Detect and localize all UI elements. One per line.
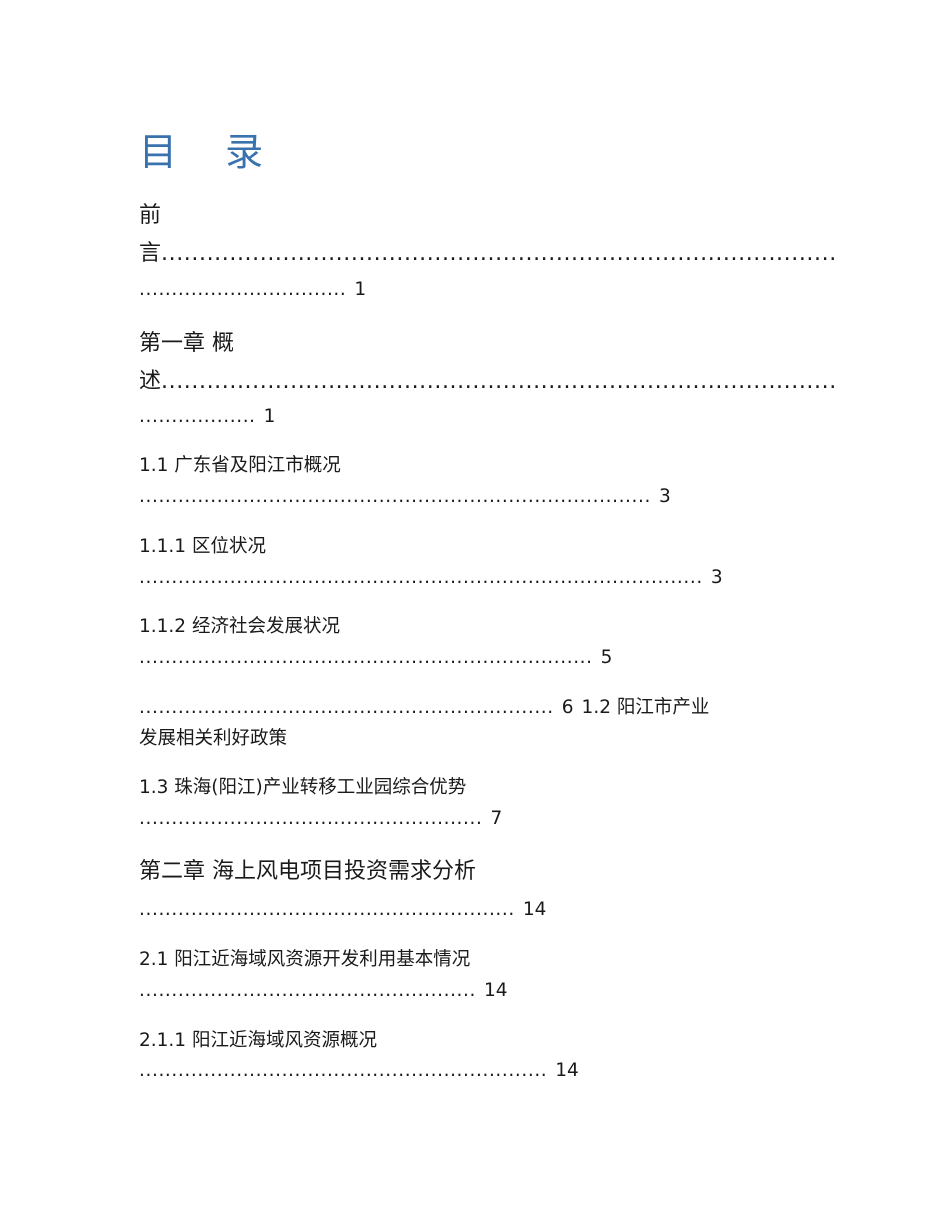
toc-page-number: 7 <box>490 808 503 829</box>
toc-entry-2-1-1-page-line[interactable]: ........................................… <box>139 1059 579 1083</box>
toc-leader-dots: ................................ <box>139 279 347 300</box>
toc-leader-dots: ........................................… <box>139 899 515 920</box>
toc-entry-label: 述 <box>139 369 162 394</box>
toc-title: 目 录 <box>139 130 282 174</box>
toc-entry-preface[interactable]: 言.......................................… <box>139 240 837 268</box>
toc-leader-dots: ........................................… <box>139 980 476 1001</box>
toc-leader-dots: .................. <box>139 406 256 427</box>
toc-page-number: 14 <box>555 1060 579 1081</box>
toc-entry-1-3-page-line[interactable]: ........................................… <box>139 807 502 831</box>
toc-page-number: 6 <box>561 697 574 718</box>
toc-leader-dots: ........................................… <box>139 647 593 668</box>
toc-entry-1-1-2-label[interactable]: 1.1.2 经济社会发展状况 <box>139 615 340 639</box>
toc-leader-dots: ........................................… <box>139 486 651 507</box>
toc-leader-dots: ........................................… <box>139 567 703 588</box>
toc-entry-chapter1-page-line[interactable]: .................. 1 <box>139 405 275 429</box>
toc-entry-chapter1-label-line1: 第一章 概 <box>139 331 234 356</box>
toc-leader-dots: ........................................… <box>161 369 837 394</box>
toc-page-number: 3 <box>658 486 671 507</box>
toc-leader-dots: ........................................… <box>139 697 554 718</box>
toc-page-number: 5 <box>600 647 613 668</box>
toc-entry-preface-page-line[interactable]: ................................ 1 <box>139 278 366 302</box>
toc-page-number: 14 <box>484 980 508 1001</box>
toc-entry-1-1-1-page-line[interactable]: ........................................… <box>139 566 723 590</box>
toc-entry-1-1-1-label[interactable]: 1.1.1 区位状况 <box>139 535 266 559</box>
toc-page-number: 3 <box>710 567 723 588</box>
toc-entry-preface-label-line1: 前 <box>139 203 162 228</box>
toc-entry-1-3-label[interactable]: 1.3 珠海(阳江)产业转移工业园综合优势 <box>139 776 466 800</box>
toc-entry-label: 1.2 阳江市产业 <box>581 697 710 718</box>
toc-page-number: 1 <box>354 279 367 300</box>
toc-entry-1-2-label-line2: 发展相关利好政策 <box>139 728 288 749</box>
toc-entry-2-1-label[interactable]: 2.1 阳江近海域风资源开发利用基本情况 <box>139 948 470 972</box>
toc-entry-2-1-page-line[interactable]: ........................................… <box>139 979 508 1003</box>
toc-entry-1-1-2-page-line[interactable]: ........................................… <box>139 646 612 670</box>
toc-entry-1-2[interactable]: ........................................… <box>139 696 709 720</box>
toc-entry-chapter2-page-line[interactable]: ........................................… <box>139 898 546 922</box>
toc-entry-label: 言 <box>139 241 162 266</box>
toc-page-number: 14 <box>522 899 547 920</box>
toc-leader-dots: ........................................… <box>161 241 837 266</box>
document-page: 目 录 前 言.................................… <box>0 0 950 1230</box>
toc-page-number: 1 <box>263 406 276 427</box>
toc-leader-dots: ........................................… <box>139 1060 548 1081</box>
toc-entry-chapter1[interactable]: 述.......................................… <box>139 368 837 396</box>
toc-entry-1-1-page-line[interactable]: ........................................… <box>139 485 671 509</box>
toc-leader-dots: ........................................… <box>139 808 483 829</box>
toc-entry-1-1-label[interactable]: 1.1 广东省及阳江市概况 <box>139 454 341 478</box>
toc-entry-2-1-1-label[interactable]: 2.1.1 阳江近海域风资源概况 <box>139 1029 377 1053</box>
toc-entry-chapter2-label[interactable]: 第二章 海上风电项目投资需求分析 <box>139 858 476 886</box>
